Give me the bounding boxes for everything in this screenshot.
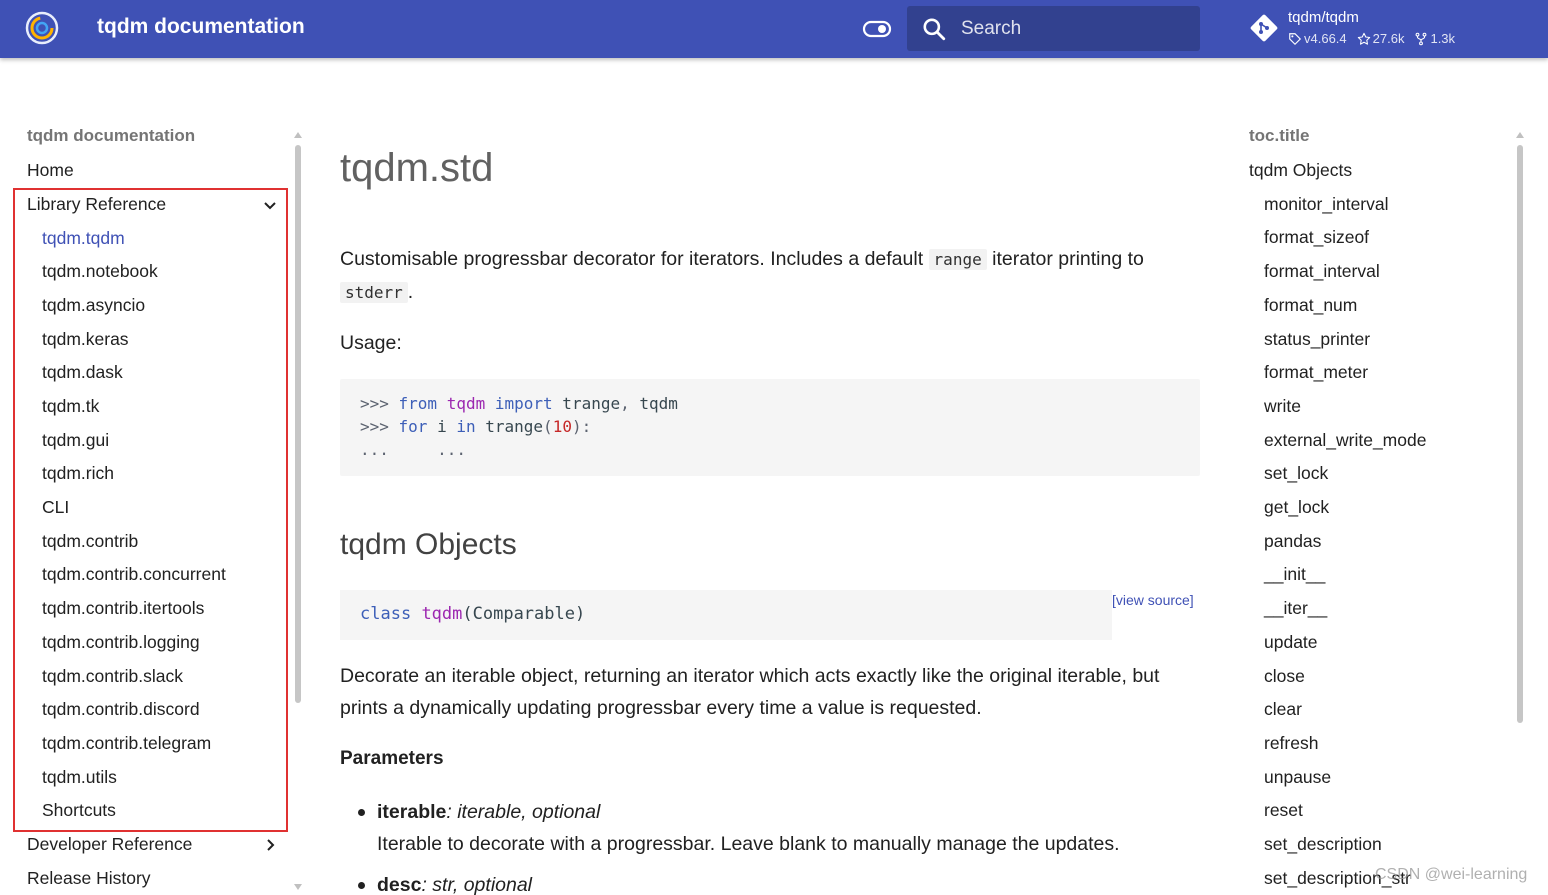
code-token: from xyxy=(398,394,438,413)
code-token: tqdm xyxy=(446,394,486,413)
toc-scrollbar-thumb[interactable] xyxy=(1517,145,1523,723)
code-token: import xyxy=(494,394,553,413)
param-bullet xyxy=(358,882,365,889)
toc-item[interactable]: monitor_interval xyxy=(1264,194,1389,215)
toc-item[interactable]: update xyxy=(1264,632,1318,653)
nav-title: tqdm documentation xyxy=(27,126,196,145)
star-icon xyxy=(1357,32,1370,45)
param-desc: desc: str, optional xyxy=(377,874,533,895)
toc-item[interactable]: close xyxy=(1264,666,1305,687)
code-token: ... ... xyxy=(360,440,466,459)
repo-facts: v4.66.4 27.6k 1.3k xyxy=(1288,31,1455,46)
page-title: tqdm.std xyxy=(340,146,494,190)
search-box[interactable] xyxy=(907,6,1200,51)
inline-code-range: range xyxy=(928,249,987,270)
main-content: tqdm.std Customisable progressbar decora… xyxy=(340,120,1202,895)
code-token: 10 xyxy=(552,417,572,436)
view-source-link[interactable]: [view source] xyxy=(1112,592,1194,608)
color-scheme-toggle-icon[interactable] xyxy=(862,18,892,40)
parameters-heading: Parameters xyxy=(340,748,444,769)
code-token: >>> xyxy=(360,417,399,436)
toc-item[interactable]: unpause xyxy=(1264,767,1331,788)
toc-scroll-up-arrow[interactable] xyxy=(1516,132,1524,138)
nav-item-developer-reference[interactable]: Developer Reference xyxy=(27,834,192,855)
repo-name: tqdm/tqdm xyxy=(1288,9,1359,26)
search-input[interactable] xyxy=(961,6,1191,51)
toc-item[interactable]: __iter__ xyxy=(1264,598,1327,619)
code-token: trange xyxy=(475,417,544,436)
toc-item[interactable]: write xyxy=(1264,396,1301,417)
param-iterable: iterable: iterable, optional xyxy=(377,801,601,823)
usage-label: Usage: xyxy=(340,332,402,354)
repo-stars: 27.6k xyxy=(1357,31,1404,46)
toc-item[interactable]: format_interval xyxy=(1264,261,1380,282)
section-heading-tqdm-objects: tqdm Objects xyxy=(340,528,517,561)
repo-forks: 1.3k xyxy=(1414,31,1455,46)
code-token: tqdm xyxy=(629,394,678,413)
top-app-bar: tqdm documentation tqdm/tqdm v4.66.4 xyxy=(0,0,1548,58)
primary-navigation: tqdm documentation Home Library Referenc… xyxy=(0,120,310,895)
chevron-right-icon[interactable] xyxy=(262,837,278,853)
code-line: >>> from tqdm import trange, tqdm xyxy=(360,392,1180,415)
toc-item[interactable]: set_description xyxy=(1264,834,1382,855)
nav-item-home[interactable]: Home xyxy=(27,160,74,181)
toc-item[interactable]: tqdm Objects xyxy=(1249,160,1352,181)
toc-item[interactable]: reset xyxy=(1264,800,1303,821)
toc-item[interactable]: __init__ xyxy=(1264,564,1325,585)
toc-item[interactable]: get_lock xyxy=(1264,497,1329,518)
toc-item[interactable]: clear xyxy=(1264,699,1302,720)
toc-title: toc.title xyxy=(1249,126,1310,145)
nav-scroll-up-arrow[interactable] xyxy=(294,132,302,138)
toc-item[interactable]: format_sizeof xyxy=(1264,227,1369,248)
code-token: , xyxy=(620,394,630,413)
inline-code-stderr: stderr xyxy=(340,282,408,303)
class-signature: class tqdm(Comparable) xyxy=(340,590,1112,640)
toc-item[interactable]: refresh xyxy=(1264,733,1318,754)
code-token: ): xyxy=(571,417,592,436)
tag-icon xyxy=(1289,32,1302,45)
class-description: Decorate an iterable object, returning a… xyxy=(340,665,1160,719)
toc-item[interactable]: format_num xyxy=(1264,295,1357,316)
git-icon xyxy=(1250,14,1278,42)
search-icon xyxy=(923,18,946,41)
nav-item-release-history[interactable]: Release History xyxy=(27,868,151,889)
repo-version: v4.66.4 xyxy=(1288,31,1347,46)
code-line: ... ... xyxy=(360,438,1180,461)
nav-scroll-down-arrow[interactable] xyxy=(294,884,302,890)
fork-icon xyxy=(1416,32,1427,45)
code-line: >>> for i in trange(10): xyxy=(360,415,1180,438)
toc-item[interactable]: set_lock xyxy=(1264,463,1328,484)
nav-scrollbar-thumb[interactable] xyxy=(295,145,301,703)
highlight-annotation-box xyxy=(13,188,288,832)
code-token: in xyxy=(456,417,476,436)
site-title[interactable]: tqdm documentation xyxy=(97,15,305,39)
code-token: trange xyxy=(552,394,621,413)
toc-item[interactable]: format_meter xyxy=(1264,362,1368,383)
code-token: for xyxy=(398,417,428,436)
watermark: CSDN @wei-learning xyxy=(1375,866,1528,883)
table-of-contents: toc.title tqdm Objects monitor_intervalfo… xyxy=(1236,120,1548,895)
param-iterable-description: Iterable to decorate with a progressbar.… xyxy=(377,833,1120,855)
repo-source-link[interactable]: tqdm/tqdm v4.66.4 27.6k 1.3k xyxy=(1248,6,1538,52)
usage-code-block: >>> from tqdm import trange, tqdm >>> for… xyxy=(340,379,1200,476)
toc-item[interactable]: external_write_mode xyxy=(1264,430,1426,451)
code-token: ( xyxy=(543,417,553,436)
code-token: i xyxy=(427,417,457,436)
param-bullet xyxy=(358,809,365,816)
tqdm-logo-icon[interactable] xyxy=(24,10,60,46)
toc-item[interactable]: pandas xyxy=(1264,531,1321,552)
code-token: >>> xyxy=(360,394,399,413)
intro-paragraph: Customisable progressbar decorator for i… xyxy=(340,248,1144,303)
toc-item[interactable]: status_printer xyxy=(1264,329,1370,350)
